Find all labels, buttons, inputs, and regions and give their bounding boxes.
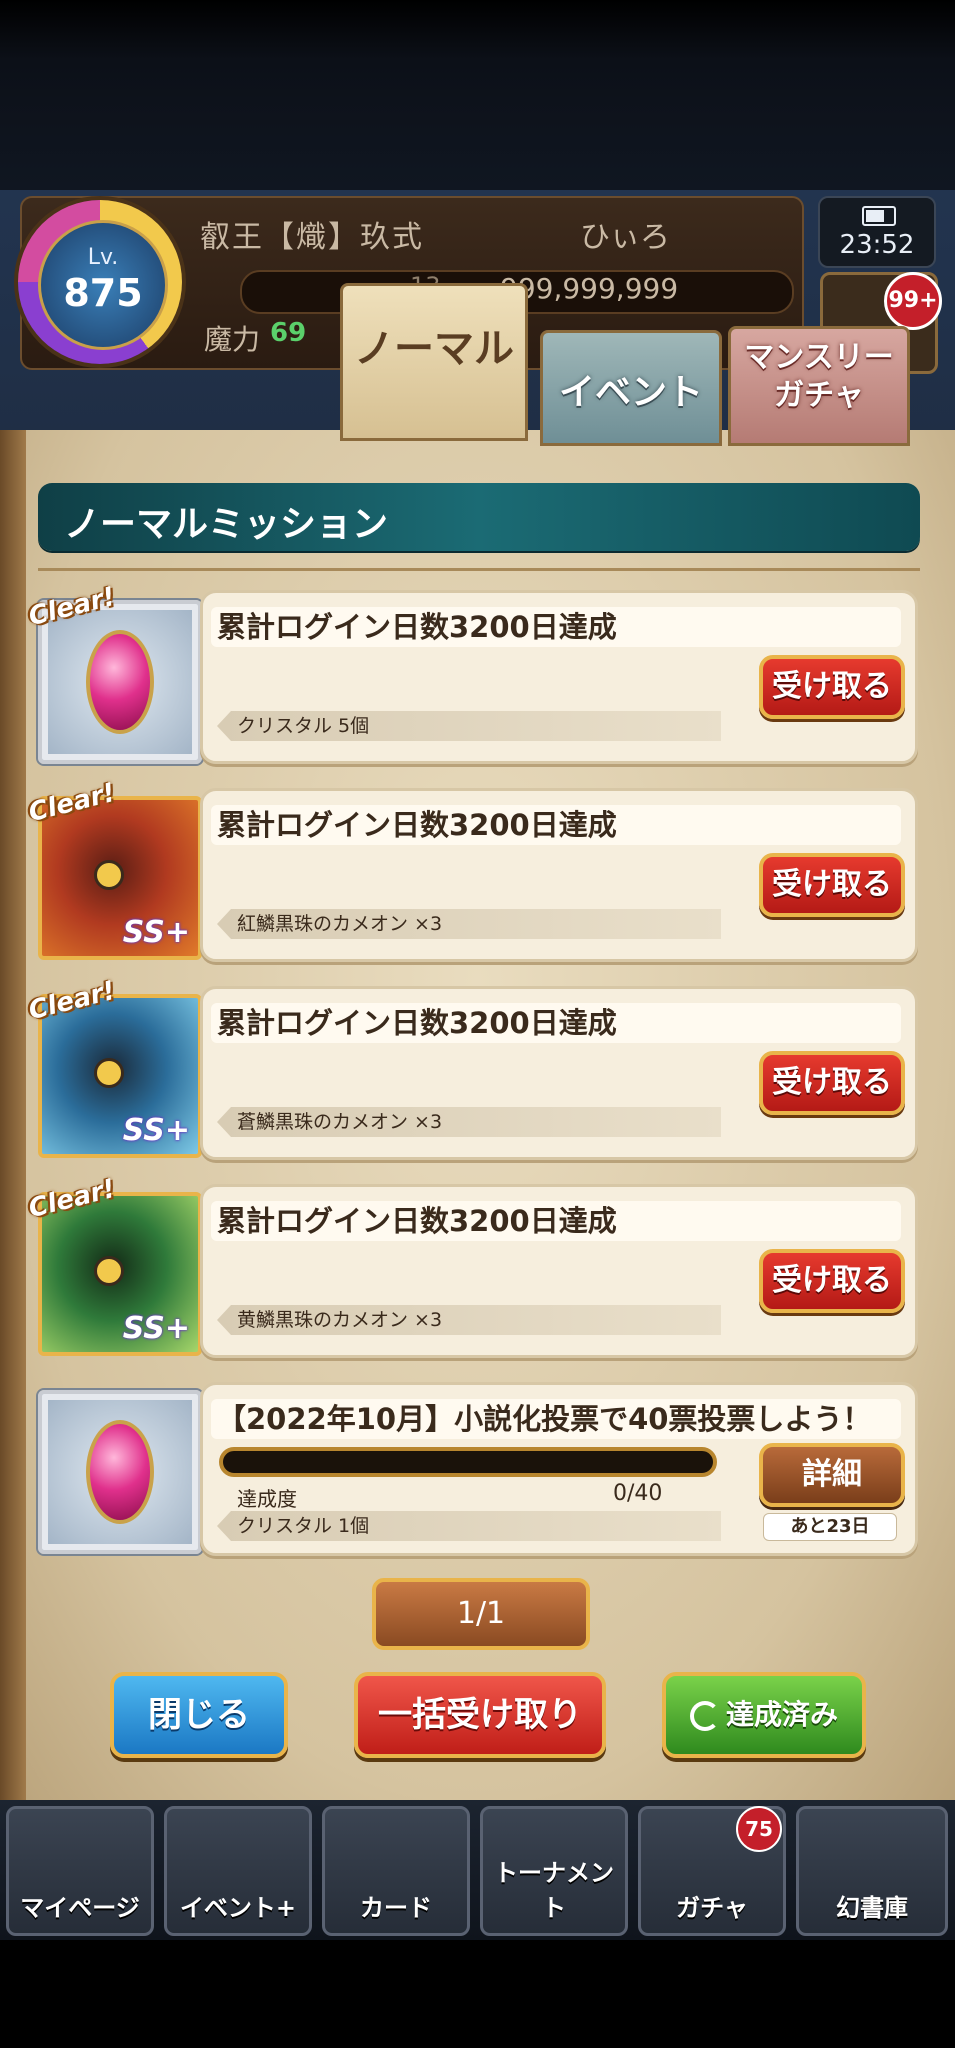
mission-reward: 蒼鱗黒珠のカメオン ×3 <box>217 1107 721 1137</box>
nav-library[interactable]: 幻書庫 <box>796 1806 948 1936</box>
mission-title: 【2022年10月】小説化投票で40票投票しよう！ <box>211 1399 901 1439</box>
magic-label: 魔力 <box>204 323 261 356</box>
mission-row: 【2022年10月】小説化投票で40票投票しよう！ 達成度 0/40 クリスタル… <box>200 1382 918 1556</box>
battery-icon <box>862 206 896 226</box>
dragon-eye-icon <box>94 1256 124 1286</box>
green-chameleon-icon: SS+ Clear! <box>26 1174 202 1356</box>
nav-label: 幻書庫 <box>836 1894 908 1922</box>
mission-row: 累計ログイン日数3200日達成 クリスタル 5個 受け取る <box>200 590 918 764</box>
detail-button[interactable]: 詳細 <box>759 1443 905 1507</box>
page-indicator: 1/1 <box>372 1578 590 1650</box>
mission-reward: クリスタル 5個 <box>217 711 721 741</box>
refresh-icon <box>689 1701 720 1731</box>
progress-label: 達成度 <box>237 1487 297 1511</box>
notification-badge: 99+ <box>884 272 942 330</box>
player-title: 叡王【熾】玖式 <box>200 220 424 255</box>
level-value: 875 <box>63 271 143 315</box>
completed-label: 達成済み <box>725 1698 838 1731</box>
tab-monthly-gacha[interactable]: マンスリー ガチャ <box>728 326 910 446</box>
tab-event[interactable]: イベント <box>540 330 722 446</box>
nav-mypage[interactable]: マイページ <box>6 1806 154 1936</box>
mission-title: 累計ログイン日数3200日達成 <box>211 1201 901 1241</box>
nav-label: カード <box>360 1894 432 1922</box>
claim-button[interactable]: 受け取る <box>759 853 905 917</box>
top-band <box>0 0 955 200</box>
mission-row: 累計ログイン日数3200日達成 黄鱗黒珠のカメオン ×3 受け取る <box>200 1184 918 1358</box>
mission-title: 累計ログイン日数3200日達成 <box>211 805 901 845</box>
claim-button[interactable]: 受け取る <box>759 1249 905 1313</box>
close-button[interactable]: 閉じる <box>110 1672 288 1758</box>
mission-row: 累計ログイン日数3200日達成 紅鱗黒珠のカメオン ×3 受け取る <box>200 788 918 962</box>
player-name: ひぃろ <box>580 220 670 255</box>
nav-label: マイページ <box>20 1894 140 1922</box>
completed-toggle-button[interactable]: 達成済み <box>662 1672 866 1758</box>
nav-card[interactable]: カード <box>322 1806 470 1936</box>
mission-title: 累計ログイン日数3200日達成 <box>211 607 901 647</box>
clock-panel: 23:52 <box>818 196 936 268</box>
crystal-icon <box>38 1390 202 1554</box>
nav-tournament[interactable]: トーナメント <box>480 1806 628 1936</box>
ss-rank-icon: SS+ <box>122 1311 190 1346</box>
tab-normal[interactable]: ノーマル <box>340 283 528 441</box>
level-badge[interactable]: Lv. 875 <box>38 220 168 350</box>
remaining-days: あと23日 <box>763 1513 897 1541</box>
nav-label: ガチャ <box>676 1894 748 1922</box>
divider <box>38 568 920 571</box>
claim-button[interactable]: 受け取る <box>759 1051 905 1115</box>
crystal-icon: Clear! <box>26 582 202 764</box>
mission-row: 累計ログイン日数3200日達成 蒼鱗黒珠のカメオン ×3 受け取る <box>200 986 918 1160</box>
mission-reward: 黄鱗黒珠のカメオン ×3 <box>217 1305 721 1335</box>
ss-rank-icon: SS+ <box>122 915 190 950</box>
tab-normal-label: ノーマル <box>354 326 514 372</box>
dragon-eye-icon <box>94 1058 124 1088</box>
tab-monthly-label: マンスリー ガチャ <box>744 340 894 413</box>
blue-chameleon-icon: SS+ Clear! <box>26 976 202 1158</box>
section-title: ノーマルミッション <box>64 504 389 545</box>
book-edge <box>0 430 26 1810</box>
progress-bar <box>219 1447 717 1477</box>
nav-event[interactable]: イベント+ <box>164 1806 312 1936</box>
magic-value: 69 <box>270 318 307 348</box>
gem-icon <box>86 630 154 734</box>
nav-label: イベント+ <box>179 1894 297 1922</box>
tab-event-label: イベント <box>558 372 703 413</box>
section-header: ノーマルミッション <box>38 483 920 551</box>
level-label: Lv. <box>87 245 119 270</box>
dragon-eye-icon <box>94 860 124 890</box>
mission-reward: 紅鱗黒珠のカメオン ×3 <box>217 909 721 939</box>
claim-button[interactable]: 受け取る <box>759 655 905 719</box>
bottom-band <box>0 1940 955 2048</box>
mission-title: 累計ログイン日数3200日達成 <box>211 1003 901 1043</box>
red-chameleon-icon: SS+ Clear! <box>26 778 202 960</box>
gem-icon <box>86 1420 154 1524</box>
mission-reward: クリスタル 1個 <box>217 1511 721 1541</box>
nav-label: トーナメント <box>494 1859 614 1922</box>
ss-rank-icon: SS+ <box>122 1113 190 1148</box>
clock: 23:52 <box>839 230 915 260</box>
progress-value: 0/40 <box>613 1481 663 1506</box>
gacha-badge: 75 <box>736 1806 782 1852</box>
claim-all-button[interactable]: 一括受け取り <box>354 1672 606 1758</box>
